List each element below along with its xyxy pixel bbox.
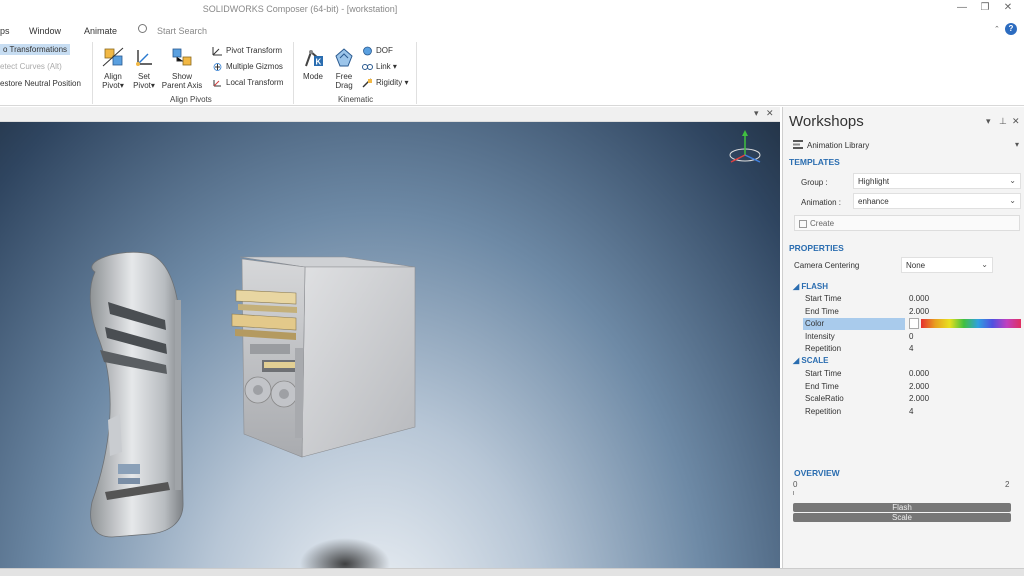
- dof-icon: [363, 46, 372, 56]
- color-swatch[interactable]: [909, 318, 919, 329]
- start-search-input[interactable]: Start Search: [157, 26, 207, 36]
- animation-library-selector[interactable]: Animation Library ▾: [789, 138, 1024, 154]
- viewport-menu-icon[interactable]: ▾: [754, 108, 759, 119]
- restore-button[interactable]: ❐: [975, 2, 995, 13]
- parent-axis-icon: [172, 48, 192, 66]
- properties-heading: PROPERTIES: [789, 243, 844, 253]
- set-pivot-icon: [136, 50, 152, 66]
- flash-intensity-row[interactable]: Intensity 0: [803, 331, 1021, 344]
- rigidity-icon: [362, 78, 372, 88]
- ribbon-collapse-icon[interactable]: ⌃: [994, 25, 1000, 33]
- create-button[interactable]: Create: [794, 215, 1020, 231]
- flash-start-time-row[interactable]: Start Time 0.000: [803, 293, 1021, 306]
- flash-repetition-row[interactable]: Repetition 4: [803, 343, 1021, 356]
- overview-bar-scale[interactable]: Scale: [793, 513, 1011, 522]
- free-drag-button[interactable]: Free Drag: [330, 46, 358, 90]
- link-button[interactable]: Link ▾: [362, 62, 397, 72]
- menu-item-window[interactable]: Window: [29, 26, 61, 36]
- flash-end-time-row[interactable]: End Time 2.000: [803, 306, 1021, 319]
- pivot-transform-button[interactable]: Pivot Transform: [212, 46, 282, 56]
- status-bar: [0, 568, 1024, 576]
- align-pivot-icon: [102, 47, 124, 67]
- workshops-panel: Workshops ▾ ⊥ ✕ Animation Library ▾ TEMP…: [782, 107, 1024, 568]
- scene: [89, 130, 761, 568]
- align-pivot-button[interactable]: Align Pivot▾: [98, 46, 128, 90]
- local-transform-button[interactable]: Local Transform: [212, 78, 283, 88]
- menu-item-steps[interactable]: ps: [0, 26, 10, 36]
- restore-neutral-position-item[interactable]: estore Neutral Position: [0, 79, 81, 88]
- menu-item-animate[interactable]: Animate: [84, 26, 117, 36]
- viewport-header: ▾ ✕: [0, 107, 780, 122]
- panel-pin-icon[interactable]: ⊥: [999, 116, 1007, 127]
- flash-color-row[interactable]: Color: [803, 318, 1021, 331]
- align-pivots-group-label: Align Pivots: [170, 95, 212, 104]
- scale-repetition-row[interactable]: Repetition 4: [803, 406, 1021, 419]
- floor-shadow: [300, 538, 390, 568]
- multiple-gizmos-button[interactable]: Multiple Gizmos: [212, 62, 283, 72]
- menu-bar: ps Window Animate ⌃ ?: [0, 20, 1024, 40]
- scale-ratio-row[interactable]: ScaleRatio 2.000: [803, 393, 1021, 406]
- front-bezel-part[interactable]: [89, 251, 184, 538]
- multiple-gizmos-icon: [213, 63, 222, 71]
- link-icon: [362, 64, 373, 70]
- svg-text:K: K: [316, 58, 322, 67]
- kinematic-mode-button[interactable]: K Mode: [300, 46, 326, 81]
- chevron-down-icon: ⌄: [981, 260, 988, 269]
- create-icon: [799, 219, 807, 228]
- kinematic-mode-icon: K: [305, 50, 323, 67]
- color-spectrum[interactable]: [921, 319, 1021, 328]
- axis-gizmo-icon[interactable]: [729, 130, 761, 163]
- free-drag-icon: [335, 48, 353, 67]
- 3d-viewport[interactable]: [0, 122, 780, 568]
- overview-bar-flash[interactable]: Flash: [793, 503, 1011, 512]
- auto-transformations-item[interactable]: o Transformations: [0, 44, 71, 55]
- scale-start-time-row[interactable]: Start Time 0.000: [803, 368, 1021, 381]
- search-icon[interactable]: [138, 24, 147, 33]
- local-transform-icon: [213, 80, 221, 87]
- timeline-tick-end: 2: [1005, 480, 1010, 489]
- chevron-down-icon: ▾: [1015, 140, 1020, 149]
- rigidity-button[interactable]: Rigidity ▾: [362, 78, 408, 88]
- dof-button[interactable]: DOF: [362, 46, 393, 56]
- group-label: Group :: [801, 178, 828, 187]
- animation-select[interactable]: enhance ⌄: [853, 193, 1021, 209]
- group-select[interactable]: Highlight ⌄: [853, 173, 1021, 189]
- show-parent-axis-button[interactable]: Show Parent Axis: [160, 46, 204, 90]
- ribbon: o Transformations etect Curves (Alt) est…: [0, 40, 1024, 106]
- minimize-button[interactable]: —: [952, 2, 972, 13]
- animation-label: Animation :: [801, 198, 842, 207]
- panel-title: Workshops: [789, 113, 864, 130]
- viewport-close-icon[interactable]: ✕: [766, 108, 774, 119]
- flash-group-header[interactable]: ◢ FLASH: [793, 282, 828, 291]
- chevron-down-icon: ⌄: [1009, 176, 1016, 185]
- tower-case-part[interactable]: [231, 256, 416, 458]
- library-icon: [793, 140, 803, 149]
- timeline-ruler: [793, 491, 1011, 495]
- help-icon[interactable]: ?: [1005, 23, 1017, 35]
- scale-end-time-row[interactable]: End Time 2.000: [803, 381, 1021, 394]
- window-title: SOLIDWORKS Composer (64-bit) - [workstat…: [202, 4, 398, 14]
- panel-close-icon[interactable]: ✕: [1012, 116, 1020, 127]
- camera-centering-label: Camera Centering: [794, 261, 860, 270]
- pivot-transform-icon: [212, 47, 222, 56]
- camera-centering-select[interactable]: None ⌄: [901, 257, 993, 273]
- templates-heading: TEMPLATES: [789, 157, 840, 167]
- close-window-button[interactable]: ✕: [998, 2, 1018, 13]
- overview-heading: OVERVIEW: [794, 468, 840, 478]
- scale-group-header[interactable]: ◢ SCALE: [793, 356, 829, 365]
- timeline-tick-start: 0: [793, 480, 798, 489]
- chevron-down-icon: ⌄: [1009, 196, 1016, 205]
- detect-curves-item[interactable]: etect Curves (Alt): [0, 62, 62, 71]
- set-pivot-button[interactable]: Set Pivot▾: [130, 46, 158, 90]
- panel-menu-icon[interactable]: ▾: [986, 116, 991, 127]
- kinematic-group-label: Kinematic: [338, 95, 374, 104]
- title-bar: SOLIDWORKS Composer (64-bit) - [workstat…: [0, 0, 1024, 20]
